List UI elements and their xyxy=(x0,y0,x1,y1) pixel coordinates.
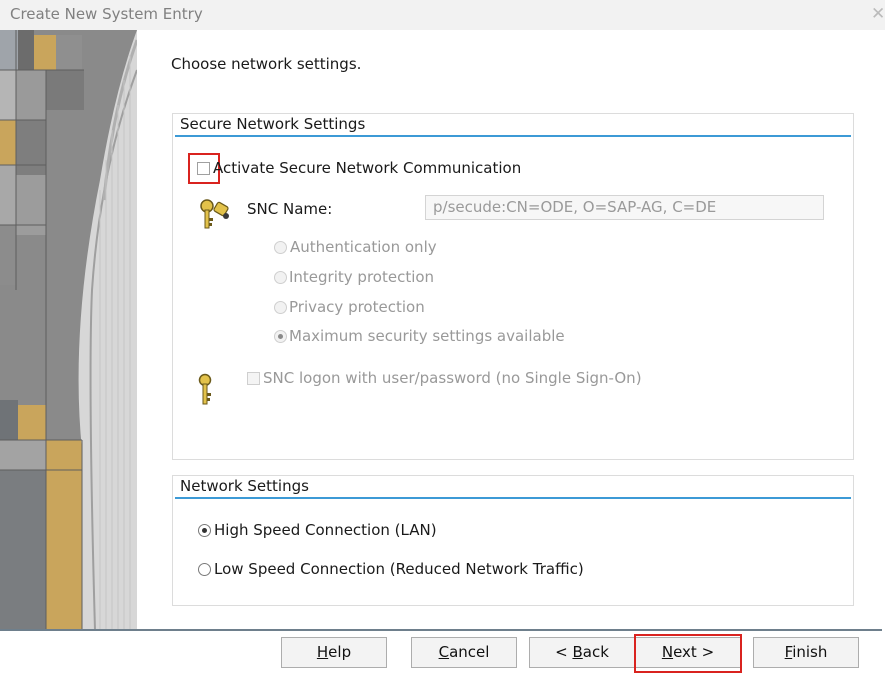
cancel-button-label: ancel xyxy=(449,643,490,661)
key-icon xyxy=(198,373,212,405)
high-speed-label[interactable]: High Speed Connection (LAN) xyxy=(214,521,437,539)
maximum-security-label: Maximum security settings available xyxy=(289,327,565,345)
snc-logon-label: SNC logon with user/password (no Single … xyxy=(263,369,642,387)
group-divider xyxy=(175,497,851,499)
snc-name-label: SNC Name: xyxy=(247,200,333,218)
finish-button-label: inish xyxy=(792,643,828,661)
back-button-prefix: < xyxy=(555,643,573,661)
activate-snc-label[interactable]: Activate Secure Network Communication xyxy=(213,159,521,177)
window-title: Create New System Entry xyxy=(10,5,203,23)
finish-button[interactable]: Finish xyxy=(753,637,859,668)
back-button-label: ack xyxy=(582,643,609,661)
instruction-text: Choose network settings. xyxy=(171,55,362,73)
help-button[interactable]: Help xyxy=(281,637,387,668)
snc-key-icon xyxy=(200,199,229,229)
network-settings-group-title: Network Settings xyxy=(180,477,309,495)
highlight-next-button xyxy=(634,634,742,673)
group-divider xyxy=(175,135,851,137)
snc-logon-checkbox[interactable] xyxy=(247,372,260,385)
wizard-side-image xyxy=(0,30,137,630)
radio-privacy-protection[interactable] xyxy=(274,301,287,314)
close-icon[interactable]: ✕ xyxy=(871,4,885,24)
help-button-mnemonic: H xyxy=(316,643,329,661)
cancel-button[interactable]: Cancel xyxy=(411,637,517,668)
radio-high-speed[interactable] xyxy=(198,524,211,537)
back-button-mnemonic: B xyxy=(572,643,583,661)
radio-integrity-protection[interactable] xyxy=(274,271,287,284)
integrity-protection-label: Integrity protection xyxy=(289,268,435,286)
low-speed-label[interactable]: Low Speed Connection (Reduced Network Tr… xyxy=(214,560,584,578)
radio-low-speed[interactable] xyxy=(198,563,211,576)
secure-network-group-title: Secure Network Settings xyxy=(180,115,366,133)
snc-name-input[interactable]: p/secude:CN=ODE, O=SAP-AG, C=DE xyxy=(425,195,824,220)
radio-authentication-only[interactable] xyxy=(274,241,287,254)
title-bar: Create New System Entry ✕ xyxy=(0,0,885,30)
network-settings-group: Network Settings xyxy=(172,475,854,606)
authentication-only-label: Authentication only xyxy=(290,238,437,256)
back-button[interactable]: < Back xyxy=(529,637,635,668)
privacy-protection-label: Privacy protection xyxy=(289,298,425,316)
cancel-button-mnemonic: C xyxy=(438,643,450,661)
help-button-label: elp xyxy=(328,643,352,661)
radio-maximum-security[interactable] xyxy=(274,330,287,343)
building-illustration xyxy=(0,30,137,630)
footer-divider xyxy=(0,629,882,631)
dialog-window: Create New System Entry ✕ Choose network… xyxy=(0,0,885,674)
